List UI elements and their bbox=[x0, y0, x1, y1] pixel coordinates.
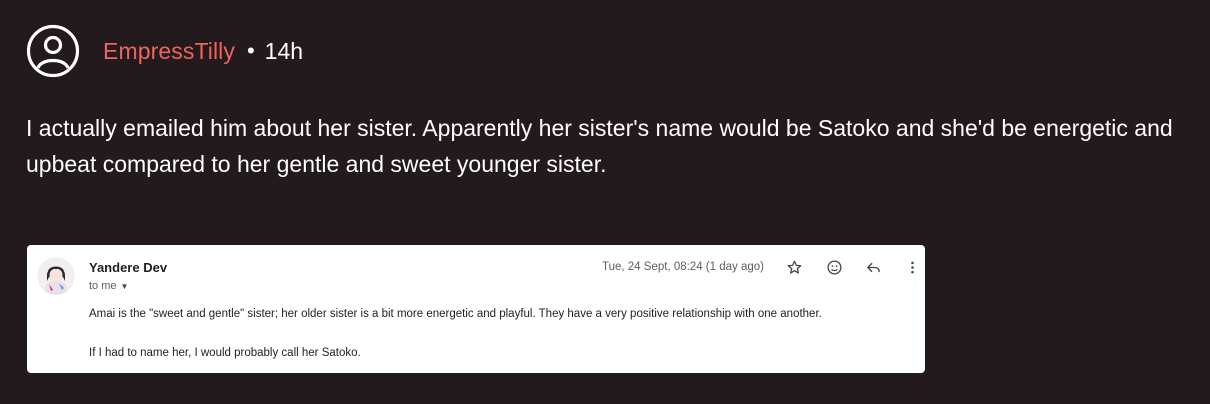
email-body-line: If I had to name her, I would probably c… bbox=[89, 347, 361, 359]
email-recipient[interactable]: to me ▼ bbox=[89, 280, 128, 292]
chevron-down-icon[interactable]: ▼ bbox=[121, 282, 129, 291]
email-body-line: Amai is the "sweet and gentle" sister; h… bbox=[89, 308, 822, 320]
more-vert-icon[interactable] bbox=[903, 258, 921, 276]
email-screenshot-card: Yandere Dev to me ▼ Tue, 24 Sept, 08:24 … bbox=[27, 245, 925, 373]
post-header: EmpressTilly • 14h bbox=[26, 24, 303, 78]
sender-avatar bbox=[37, 257, 75, 295]
email-sender-name: Yandere Dev bbox=[89, 260, 168, 275]
emoji-icon[interactable] bbox=[825, 258, 843, 276]
post-timestamp: 14h bbox=[264, 37, 304, 64]
recipient-label: to me bbox=[89, 280, 117, 292]
star-icon[interactable] bbox=[785, 258, 803, 276]
post-body-text: I actually emailed him about her sister.… bbox=[26, 115, 1173, 177]
separator-dot: • bbox=[246, 38, 255, 63]
post-username[interactable]: EmpressTilly bbox=[103, 38, 235, 65]
reply-icon[interactable] bbox=[864, 258, 882, 276]
email-date: Tue, 24 Sept, 08:24 (1 day ago) bbox=[602, 261, 764, 273]
user-avatar-icon[interactable] bbox=[26, 24, 80, 78]
